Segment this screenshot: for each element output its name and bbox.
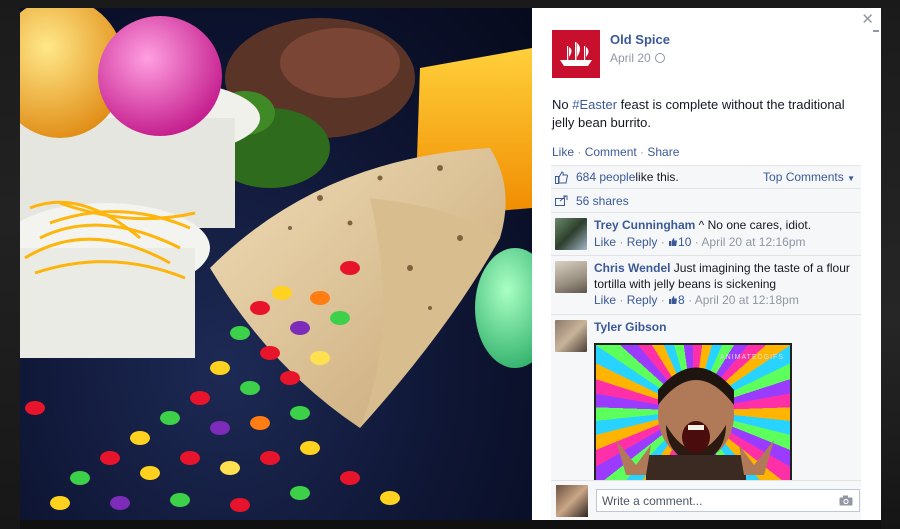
- comment-action[interactable]: Comment: [585, 145, 637, 159]
- post-actions: Like · Comment · Share: [552, 145, 679, 159]
- close-icon[interactable]: ✕: [861, 12, 874, 28]
- action-separator: ·: [574, 145, 585, 159]
- post-date-text[interactable]: April 20: [610, 51, 651, 65]
- jelly-bean-burrito-illustration: [20, 8, 532, 512]
- comment-author[interactable]: Trey Cunningham: [594, 218, 695, 232]
- post-header: Old Spice April 20: [552, 30, 670, 78]
- thumbs-up-icon: [555, 170, 568, 184]
- comment-like-link[interactable]: Like: [594, 235, 616, 249]
- comment-reply-link[interactable]: Reply: [627, 293, 658, 307]
- likes-suffix: like this.: [635, 170, 679, 184]
- comment-reply-link[interactable]: Reply: [627, 235, 658, 249]
- hashtag-link[interactable]: #Easter: [572, 97, 617, 112]
- comment-author[interactable]: Tyler Gibson: [594, 320, 666, 334]
- shouting-man-illustration: [616, 367, 774, 491]
- post-text-prefix: No: [552, 97, 573, 112]
- globe-icon: [654, 53, 665, 63]
- feedback-box: 684 people like this. Top Comments ▼ 56 …: [551, 165, 861, 498]
- panel-scroll-marker: [873, 30, 879, 32]
- comment-item: Chris Wendel Just imagining the taste of…: [551, 256, 861, 315]
- shares-link[interactable]: 56 shares: [576, 194, 629, 208]
- page-behind-top: [0, 0, 900, 8]
- share-action[interactable]: Share: [647, 145, 679, 159]
- post-side-panel: ✕ Old Spice April 20 No #Easter feast is…: [532, 8, 881, 520]
- comment-item: Tyler Gibson ANIMATEDGIFS: [551, 315, 861, 499]
- comment-gif-image[interactable]: ANIMATEDGIFS: [594, 343, 792, 493]
- comment-meta: Like · Reply · 8 · April 20 at 12:18pm: [594, 293, 799, 307]
- page-avatar[interactable]: [552, 30, 600, 78]
- thumbs-up-icon: [669, 296, 678, 304]
- comment-author[interactable]: Chris Wendel: [594, 261, 670, 275]
- current-user-avatar: [556, 484, 588, 517]
- comment-input-placeholder: Write a comment...: [602, 493, 703, 508]
- comment-composer: Write a comment...: [551, 480, 861, 520]
- page-name-link[interactable]: Old Spice: [610, 32, 670, 47]
- comment-like-count[interactable]: 10: [678, 235, 691, 249]
- thumbs-up-icon: [669, 237, 678, 246]
- comment-text: ^ No one cares, idiot.: [695, 218, 812, 232]
- comment-input[interactable]: Write a comment...: [596, 489, 860, 512]
- shares-summary: 56 shares: [551, 189, 861, 213]
- post-message: No #Easter feast is complete without the…: [552, 96, 867, 132]
- commenter-avatar[interactable]: [555, 319, 587, 352]
- comment-like-count[interactable]: 8: [678, 293, 685, 307]
- post-photo[interactable]: [20, 8, 532, 520]
- page-behind-left: [0, 8, 20, 529]
- likes-summary: 684 people like this. Top Comments ▼: [551, 166, 861, 189]
- share-icon: [555, 195, 568, 206]
- post-date: April 20: [610, 51, 670, 65]
- ship-logo-icon: [560, 42, 592, 66]
- comment-item: Trey Cunningham ^ No one cares, idiot. L…: [551, 213, 861, 256]
- comment-time[interactable]: April 20 at 12:18pm: [695, 293, 799, 307]
- top-comments-label: Top Comments: [763, 170, 844, 184]
- comment-meta: Like · Reply · 10 · April 20 at 12:16pm: [594, 234, 806, 249]
- comment-like-link[interactable]: Like: [594, 293, 616, 307]
- commenter-avatar[interactable]: [555, 261, 587, 293]
- top-comments-dropdown[interactable]: Top Comments ▼: [763, 170, 855, 184]
- camera-icon[interactable]: [839, 495, 853, 506]
- like-action[interactable]: Like: [552, 145, 574, 159]
- comment-time[interactable]: April 20 at 12:16pm: [701, 235, 805, 249]
- chevron-down-icon: ▼: [847, 174, 855, 183]
- likes-count-link[interactable]: 684 people: [576, 170, 635, 184]
- commenter-avatar[interactable]: [555, 218, 587, 250]
- page-behind-right: [881, 8, 900, 529]
- action-separator: ·: [636, 145, 648, 159]
